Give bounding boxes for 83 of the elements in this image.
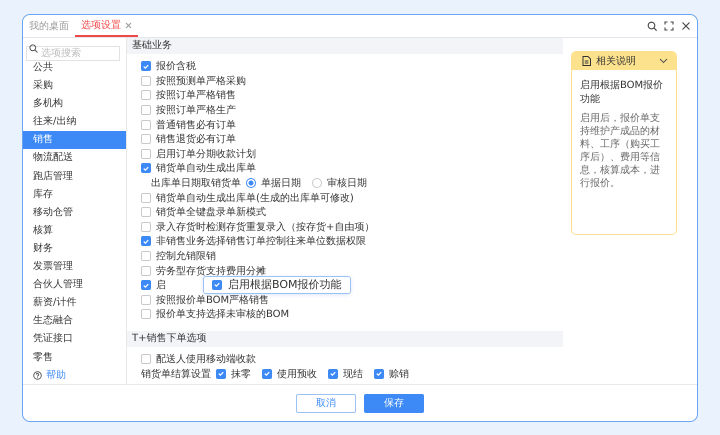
sidebar-item[interactable]: 生态融合: [23, 312, 126, 330]
option-label: 按照订单严格销售: [156, 88, 236, 102]
sidebar-item[interactable]: 发票管理: [23, 258, 126, 276]
checkbox[interactable]: [141, 90, 151, 100]
sidebar-item[interactable]: 薪资/计件: [23, 294, 126, 312]
sidebar-item[interactable]: 跑店管理: [23, 168, 126, 186]
search-icon: [29, 44, 38, 53]
tab[interactable]: 选项设置: [75, 15, 138, 37]
option-label: 非销售业务选择销售订单控制往来单位数据权限: [156, 234, 366, 248]
option-label: 报价含税: [156, 60, 196, 74]
checkbox[interactable]: [141, 251, 151, 262]
checkbox[interactable]: [141, 76, 151, 86]
option-label: 普通销售必有订单: [156, 118, 236, 132]
help-icon: [33, 370, 42, 380]
maximize-icon[interactable]: [664, 21, 674, 31]
checkbox[interactable]: [262, 368, 272, 379]
option-label: 按照报价单BOM严格销售: [156, 294, 270, 307]
checkbox[interactable]: [141, 192, 151, 203]
cancel-button[interactable]: 取消: [296, 394, 356, 412]
option-label: 赊销: [389, 368, 409, 381]
option-label: 启用根据BOM报价功能: [228, 277, 342, 292]
option-label: 录入存货时检测存货重复录入（按存货+自由项）: [156, 220, 374, 234]
sidebar-item[interactable]: 凭证接口: [23, 330, 126, 348]
checkbox[interactable]: [141, 266, 151, 276]
sidebar-item[interactable]: 物流配送: [23, 149, 126, 168]
checkbox[interactable]: [141, 61, 151, 72]
panel-title: 相关说明: [596, 54, 637, 68]
search-icon[interactable]: [647, 21, 657, 31]
sidebar-item[interactable]: 库存: [23, 186, 126, 204]
option-label: 审核日期: [327, 176, 367, 190]
checkbox[interactable]: [374, 368, 384, 379]
sidebar-item[interactable]: 往来/出纳: [23, 113, 126, 132]
section-header: T+销售下单选项: [127, 330, 563, 347]
option-label: 抹零: [231, 368, 251, 381]
option-label: 控制允销限销: [156, 250, 216, 264]
checkbox[interactable]: [141, 207, 151, 218]
checkbox[interactable]: [141, 120, 151, 130]
radio-button[interactable]: [246, 178, 256, 188]
radio-button[interactable]: [312, 178, 322, 188]
option-label: 现结: [343, 368, 363, 381]
checkbox[interactable]: [141, 309, 151, 320]
checkbox[interactable]: [141, 134, 151, 144]
option-label: 报价单支持选择未审核的BOM: [156, 308, 290, 322]
chevron-icon[interactable]: [659, 58, 668, 64]
sidebar-item[interactable]: 公共: [23, 59, 126, 78]
sidebar-item[interactable]: 移动仓管: [23, 204, 126, 222]
panel-text: 启用后，报价单支持维护产成品的材料、工序（购买工序后）、费用等信息，核算成本，进行报价。: [580, 112, 661, 190]
option-label: 配送人使用移动端收款: [156, 352, 256, 366]
checkbox[interactable]: [141, 280, 151, 290]
option-label: 启用订单分期收款计划: [156, 148, 256, 161]
field-label: 出库单日期取销货单: [151, 176, 241, 190]
checkbox[interactable]: [328, 368, 338, 379]
checkbox[interactable]: [141, 222, 151, 232]
checkbox[interactable]: [141, 148, 151, 159]
checkbox[interactable]: [141, 354, 151, 364]
sidebar-item[interactable]: 财务: [23, 240, 126, 258]
option-label: 销货单全键盘录单新模式: [156, 206, 266, 220]
close-icon[interactable]: [681, 21, 691, 31]
sidebar-item[interactable]: 采购: [23, 77, 126, 96]
checkbox[interactable]: [212, 280, 222, 290]
option-label: 按照预测单严格采购: [156, 74, 246, 88]
checkbox[interactable]: [141, 105, 151, 116]
checkbox[interactable]: [141, 163, 151, 174]
checkbox[interactable]: [141, 236, 151, 246]
option-label: 销售退货必有订单: [156, 132, 236, 146]
option-label: 销货单自动生成出库单(生成的出库单可修改): [156, 192, 354, 205]
document-icon: [582, 56, 591, 66]
option-label: 销货单自动生成出库单: [156, 162, 256, 176]
section-header: 基础业务: [127, 38, 563, 54]
search-field[interactable]: 选项搜索: [26, 46, 120, 61]
option-label: 启: [156, 278, 166, 292]
sidebar-item[interactable]: 合伙人管理: [23, 276, 126, 294]
field-label: 销货单结算设置: [141, 368, 211, 381]
option-label: 使用预收: [277, 368, 317, 381]
option-label: 单据日期: [261, 176, 301, 190]
checkbox[interactable]: [216, 368, 226, 379]
option-label: 劳务型存货支持费用分摊: [156, 264, 266, 278]
panel-heading: 启用根据BOM报价功能: [580, 78, 664, 106]
sidebar-item[interactable]: 零售: [23, 348, 126, 367]
checkbox[interactable]: [141, 294, 151, 305]
sidebar-item[interactable]: 核算: [23, 222, 126, 240]
option-label: 按照订单严格生产: [156, 104, 236, 118]
sidebar-item[interactable]: 多机构: [23, 95, 126, 114]
